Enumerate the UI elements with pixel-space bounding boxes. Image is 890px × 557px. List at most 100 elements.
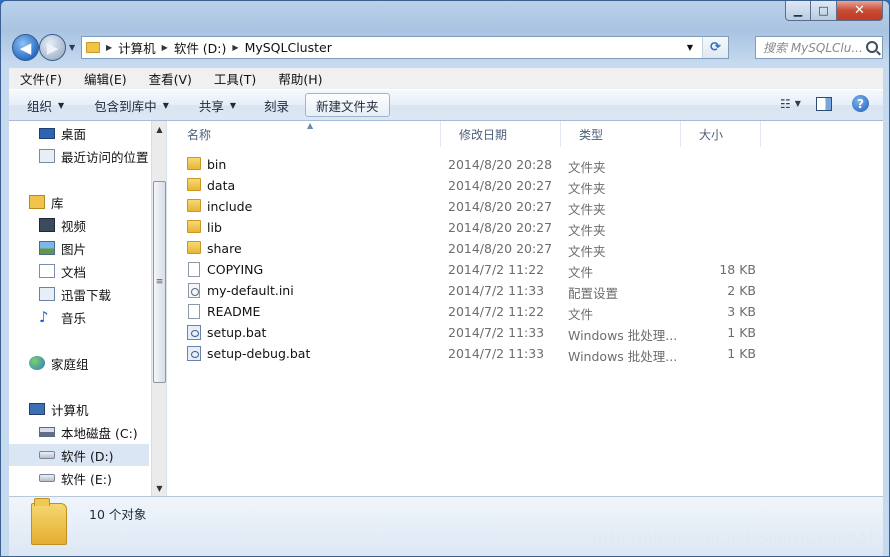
organize-button[interactable]: 组织 ▼: [17, 93, 74, 117]
file-date: 2014/7/2 11:33: [448, 346, 545, 361]
details-view-icon: ☷: [780, 96, 791, 111]
menu-tools[interactable]: 工具(T): [203, 69, 267, 88]
file-date: 2014/7/2 11:22: [448, 304, 545, 319]
column-header-label: 修改日期: [459, 127, 508, 142]
homegroup-icon: [29, 356, 45, 370]
breadcrumb-computer[interactable]: 计算机: [118, 38, 156, 57]
back-button[interactable]: ◀: [12, 34, 39, 61]
batch-file-icon: [187, 346, 201, 361]
forward-button[interactable]: ▶: [39, 34, 66, 61]
close-button[interactable]: ✕: [837, 1, 883, 21]
column-header-date[interactable]: 修改日期: [441, 121, 561, 147]
search-input[interactable]: 搜索 MySQLClu...: [755, 36, 883, 59]
file-row[interactable]: data 2014/8/20 20:27 文件夹: [187, 175, 787, 196]
share-button[interactable]: 共享 ▼: [189, 93, 246, 117]
folder-icon: [187, 178, 201, 191]
menu-view[interactable]: 查看(V): [138, 69, 203, 88]
explorer-window: ▁ □ ✕ ◀ ▶ ▼ ▶ 计算机 ▶ 软件 (D:) ▶ MySQLClust…: [0, 0, 890, 557]
file-row[interactable]: README 2014/7/2 11:22 文件 3 KB: [187, 301, 787, 322]
sidebar-item-documents[interactable]: 文档: [39, 260, 86, 282]
maximize-button[interactable]: □: [811, 1, 837, 21]
sidebar-item-libraries[interactable]: 库: [29, 191, 64, 213]
scrollbar-thumb[interactable]: ≡: [153, 181, 166, 383]
sidebar-item-label: 迅雷下载: [61, 287, 112, 303]
sidebar-item-desktop[interactable]: 桌面: [39, 122, 86, 144]
sidebar-item-homegroup[interactable]: 家庭组: [29, 352, 89, 374]
file-row[interactable]: my-default.ini 2014/7/2 11:33 配置设置 2 KB: [187, 280, 787, 301]
file-icon: [188, 304, 200, 319]
address-bar[interactable]: ▶ 计算机 ▶ 软件 (D:) ▶ MySQLCluster ▼ ⟳: [81, 36, 729, 59]
search-icon[interactable]: [866, 41, 878, 53]
file-name: setup.bat: [207, 325, 267, 340]
file-row[interactable]: setup-debug.bat 2014/7/2 11:33 Windows 批…: [187, 343, 787, 364]
change-view-button[interactable]: ☷ ▼: [780, 96, 801, 111]
sidebar-item-label: 文档: [61, 264, 87, 280]
folder-icon: [86, 42, 100, 53]
file-row[interactable]: bin 2014/8/20 20:28 文件夹: [187, 154, 787, 175]
folder-icon: [187, 220, 201, 233]
chevron-down-icon: ▼: [794, 99, 801, 108]
file-row[interactable]: setup.bat 2014/7/2 11:33 Windows 批处理... …: [187, 322, 787, 343]
file-name: setup-debug.bat: [207, 346, 311, 361]
include-in-library-button[interactable]: 包含到库中 ▼: [84, 93, 179, 117]
folder-icon: [187, 241, 201, 254]
include-library-label: 包含到库中: [94, 98, 157, 114]
sidebar-item-drive-c[interactable]: 本地磁盘 (C:): [39, 421, 138, 443]
file-row[interactable]: COPYING 2014/7/2 11:22 文件 18 KB: [187, 259, 787, 280]
refresh-button[interactable]: ⟳: [702, 37, 728, 58]
minimize-button[interactable]: ▁: [785, 1, 811, 21]
menu-edit[interactable]: 编辑(E): [73, 69, 138, 88]
sidebar-item-drive-e[interactable]: 软件 (E:): [39, 467, 112, 489]
sidebar-scrollbar[interactable]: ▲ ≡ ▼: [151, 121, 166, 496]
file-date: 2014/8/20 20:27: [448, 241, 553, 256]
new-folder-button[interactable]: 新建文件夹: [305, 93, 390, 117]
file-row[interactable]: lib 2014/8/20 20:27 文件夹: [187, 217, 787, 238]
scroll-down-arrow[interactable]: ▼: [152, 480, 166, 496]
file-date: 2014/8/20 20:27: [448, 199, 553, 214]
file-row[interactable]: share 2014/8/20 20:27 文件夹: [187, 238, 787, 259]
sidebar-item-computer[interactable]: 计算机: [29, 398, 89, 420]
recent-pages-dropdown[interactable]: ▼: [69, 43, 75, 52]
file-type: 文件夹: [568, 202, 606, 217]
command-bar: 组织 ▼ 包含到库中 ▼ 共享 ▼ 刻录 新建文件夹 ☷ ▼ ?: [9, 89, 883, 121]
chevron-down-icon: ▼: [162, 100, 169, 110]
help-icon[interactable]: ?: [852, 95, 869, 112]
menu-bar: 文件(F) 编辑(E) 查看(V) 工具(T) 帮助(H): [9, 67, 883, 89]
menu-file[interactable]: 文件(F): [9, 69, 73, 88]
breadcrumb-mysqlcluster[interactable]: MySQLCluster: [245, 40, 332, 55]
picture-icon: [39, 241, 55, 255]
chevron-right-icon[interactable]: ▶: [106, 43, 112, 52]
sidebar-item-pictures[interactable]: 图片: [39, 237, 86, 259]
music-note-icon: ♪: [39, 308, 49, 326]
column-header-name[interactable]: 名称: [169, 121, 441, 147]
sidebar-item-videos[interactable]: 视频: [39, 214, 86, 236]
file-row[interactable]: include 2014/8/20 20:27 文件夹: [187, 196, 787, 217]
sidebar-item-xunlei[interactable]: 迅雷下载: [39, 283, 111, 305]
sidebar-item-music[interactable]: ♪ 音乐: [39, 306, 86, 328]
file-type: 文件夹: [568, 244, 606, 259]
file-type: Windows 批处理...: [568, 328, 678, 343]
download-folder-icon: [39, 287, 55, 301]
new-folder-label: 新建文件夹: [316, 98, 379, 114]
search-placeholder: 搜索 MySQLClu...: [763, 41, 863, 55]
folder-icon: [187, 157, 201, 170]
chevron-right-icon[interactable]: ▶: [232, 43, 238, 52]
sidebar-item-drive-d[interactable]: 软件 (D:): [9, 444, 149, 466]
local-disk-icon: [39, 427, 55, 437]
file-name: data: [207, 178, 236, 193]
file-date: 2014/7/2 11:22: [448, 262, 545, 277]
file-type: Windows 批处理...: [568, 349, 678, 364]
file-name: COPYING: [207, 262, 264, 277]
column-header-type[interactable]: 类型: [561, 121, 681, 147]
batch-file-icon: [187, 325, 201, 340]
menu-help[interactable]: 帮助(H): [267, 69, 333, 88]
address-dropdown-button[interactable]: ▼: [682, 37, 698, 58]
breadcrumb-drive-d[interactable]: 软件 (D:): [174, 38, 227, 57]
sidebar-item-recent[interactable]: 最近访问的位置: [39, 145, 149, 167]
preview-pane-button[interactable]: [816, 96, 832, 111]
burn-button[interactable]: 刻录: [254, 93, 299, 117]
scroll-up-arrow[interactable]: ▲: [152, 121, 166, 137]
column-header-size[interactable]: 大小: [681, 121, 761, 147]
share-label: 共享: [198, 98, 224, 114]
chevron-right-icon[interactable]: ▶: [162, 43, 168, 52]
